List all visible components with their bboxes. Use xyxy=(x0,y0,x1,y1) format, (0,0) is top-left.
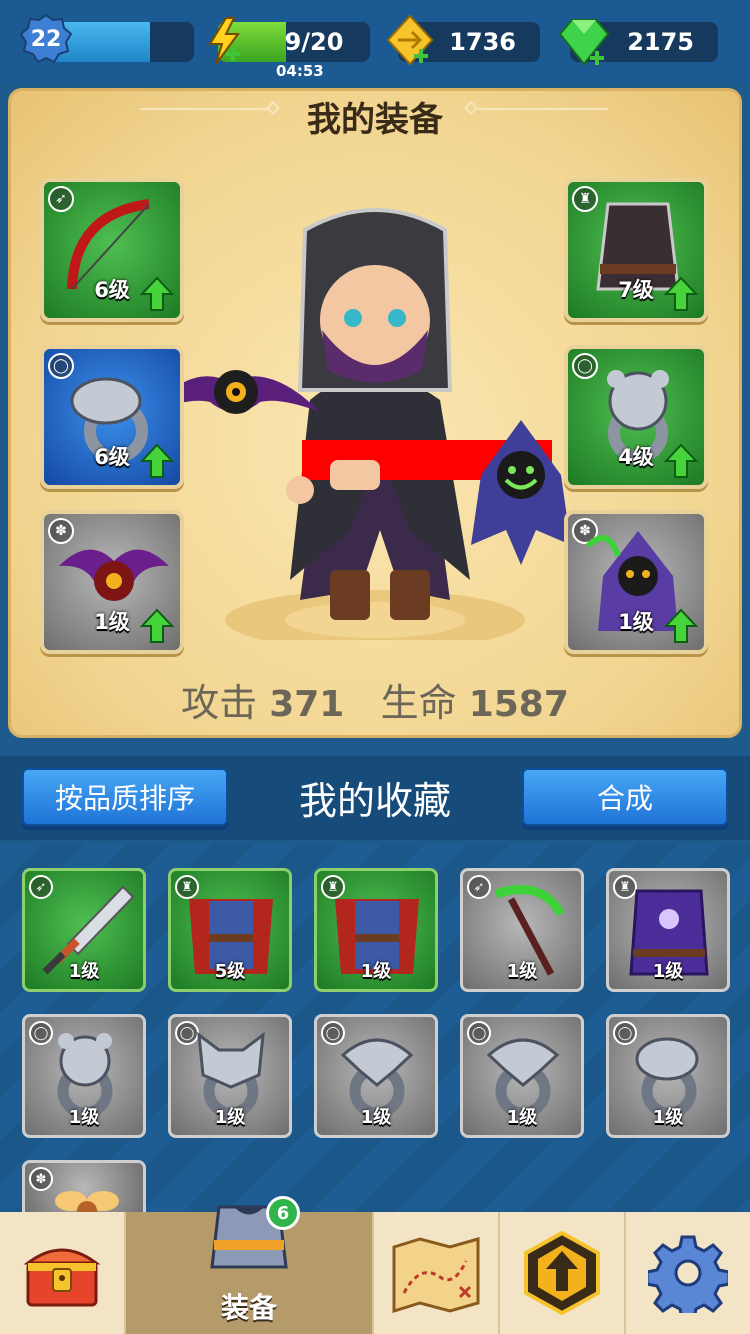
upgrade-arrow-icon xyxy=(140,276,174,311)
gold-diamond-icon xyxy=(386,14,434,66)
upgrade-arrow-icon xyxy=(664,443,698,478)
collection-item[interactable]: ♜ 1级 xyxy=(314,868,438,992)
collection-item[interactable]: ◯ 1级 xyxy=(314,1014,438,1138)
gem-icon xyxy=(558,19,610,66)
nav-upgrade[interactable] xyxy=(500,1212,626,1334)
upgrade-arrow-icon xyxy=(664,608,698,643)
item-level: 1级 xyxy=(68,1107,100,1128)
equipment-title: 我的装备 xyxy=(307,100,443,140)
item-level: 1级 xyxy=(506,1107,538,1128)
item-level: 5级 xyxy=(214,961,246,982)
attack-value: 371 xyxy=(269,684,345,725)
equip-slot-armor[interactable]: ♜ 7级 xyxy=(564,178,708,322)
hero-stats: 攻击 371 生命 1587 xyxy=(0,672,750,727)
collection-item[interactable]: ◯ 1级 xyxy=(168,1014,292,1138)
player-level-badge[interactable]: 22 xyxy=(20,14,72,64)
collection-item[interactable]: ➶ 1级 xyxy=(22,868,146,992)
gem-value: 2175 xyxy=(627,28,694,56)
energy-value: 9/20 xyxy=(284,28,344,56)
upgrade-arrow-icon xyxy=(664,276,698,311)
equip-slot-pet[interactable]: ✽ 1级 xyxy=(40,510,184,654)
hp-label: 生命 xyxy=(380,681,457,725)
collection-item[interactable]: ♜ 1级 xyxy=(606,868,730,992)
energy-timer: 04:53 xyxy=(276,62,324,80)
nav-map[interactable] xyxy=(374,1212,500,1334)
item-level: 1级 xyxy=(506,961,538,982)
hp-value: 1587 xyxy=(468,684,569,725)
item-level: 1级 xyxy=(652,1107,684,1128)
equip-slot-ring-2[interactable]: ◯ 4级 xyxy=(564,345,708,489)
item-level: 1级 xyxy=(652,961,684,982)
nav-settings[interactable] xyxy=(626,1212,750,1334)
collection-item[interactable]: ✽ xyxy=(22,1160,146,1220)
collection-title: 我的收藏 xyxy=(298,779,451,823)
upgrade-arrow-icon xyxy=(524,1231,600,1315)
item-level: 1级 xyxy=(68,961,100,982)
collection-item[interactable]: ◯ 1级 xyxy=(606,1014,730,1138)
nav-equipment-label: 装备 xyxy=(220,1291,277,1324)
equip-slot-weapon[interactable]: ➶ 6级 xyxy=(40,178,184,322)
item-level: 1级 xyxy=(214,1107,246,1128)
attack-label: 攻击 xyxy=(181,681,258,725)
equip-slot-pet-2[interactable]: ✽ 1级 xyxy=(564,510,708,654)
collection-item[interactable]: ♜ 5级 xyxy=(168,868,292,992)
energy-bolt-icon xyxy=(208,17,240,65)
equip-slot-ring[interactable]: ◯ 6级 xyxy=(40,345,184,489)
merge-button[interactable]: 合成 xyxy=(522,768,728,826)
item-level: 1级 xyxy=(360,1107,392,1128)
gold-value: 1736 xyxy=(449,28,516,56)
reaper-pet-companion xyxy=(471,420,571,565)
collection-item[interactable]: ◯ 1级 xyxy=(460,1014,584,1138)
treasure-map-icon xyxy=(392,1237,480,1313)
collection-item[interactable]: ◯ 1级 xyxy=(22,1014,146,1138)
sort-by-quality-button[interactable]: 按品质排序 xyxy=(22,768,228,826)
player-level: 22 xyxy=(30,26,62,52)
upgrade-arrow-icon xyxy=(140,443,174,478)
gear-icon xyxy=(648,1235,728,1313)
nav-chest[interactable] xyxy=(0,1212,126,1334)
item-level: 1级 xyxy=(360,961,392,982)
collection-item[interactable]: ➶ 1级 xyxy=(460,868,584,992)
upgrade-arrow-icon xyxy=(140,608,174,643)
equipment-count-badge: 6 xyxy=(266,1196,300,1230)
treasure-chest-icon xyxy=(23,1248,101,1307)
nav-equipment[interactable]: 6 装备 xyxy=(126,1196,374,1334)
